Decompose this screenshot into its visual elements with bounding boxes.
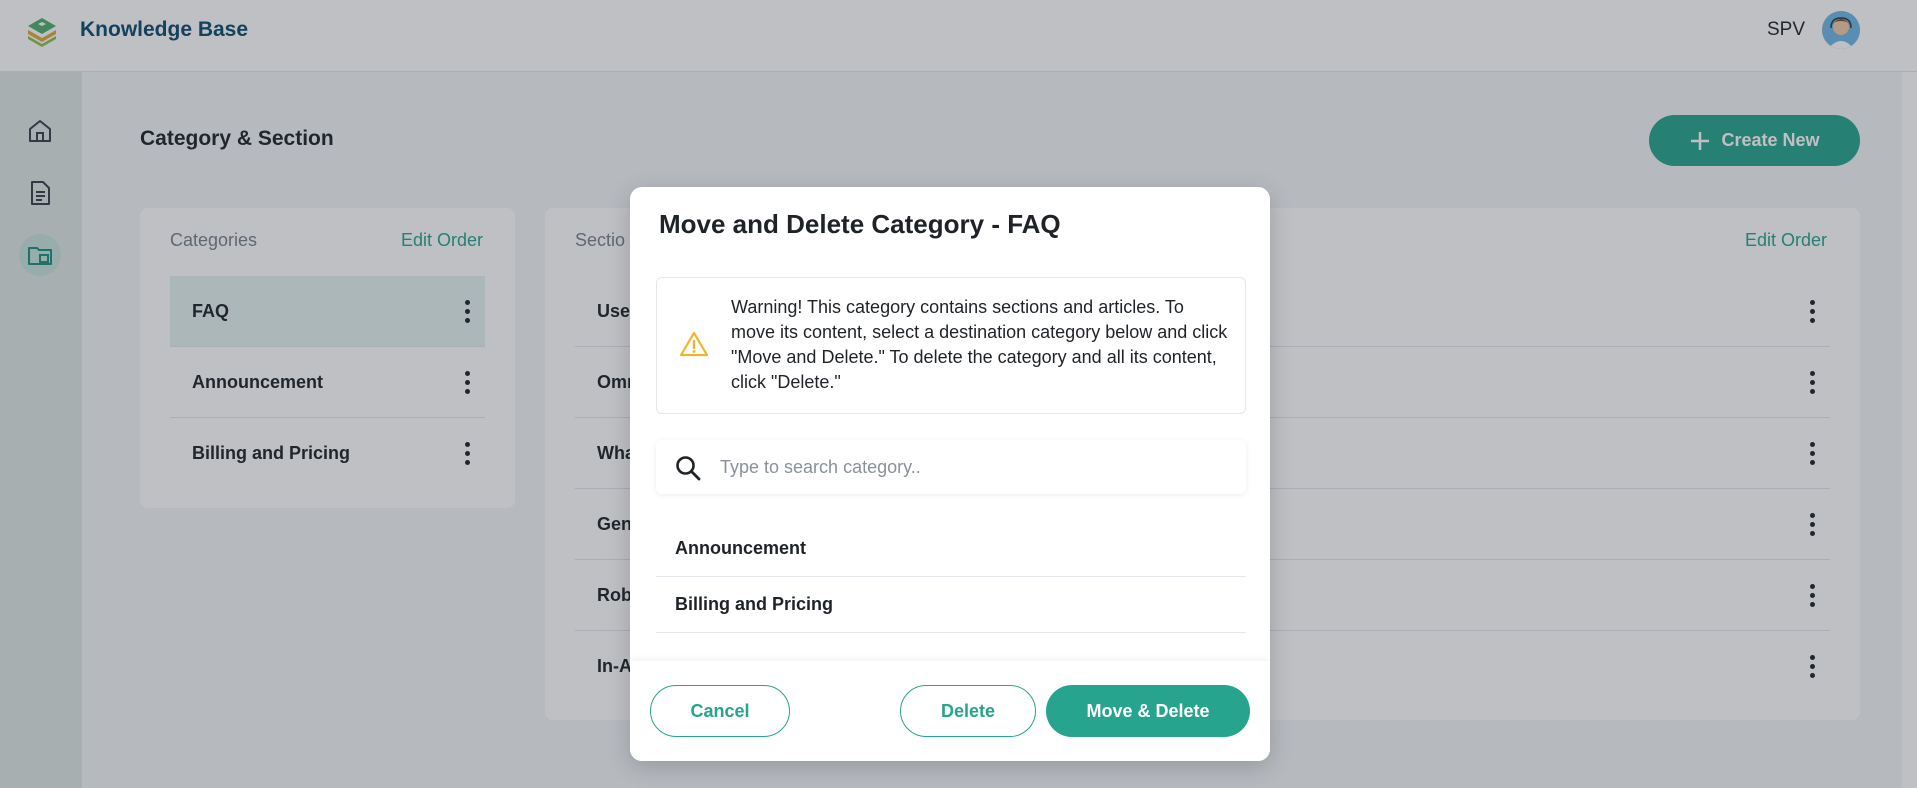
move-delete-dialog: Move and Delete Category - FAQ Warning! …	[630, 187, 1270, 761]
category-option-label: Billing and Pricing	[675, 594, 834, 614]
search-icon	[676, 456, 701, 481]
cancel-button[interactable]: Cancel	[650, 685, 790, 737]
category-search	[656, 440, 1246, 494]
warning-icon	[679, 331, 709, 357]
dialog-footer: Cancel Delete Move & Delete	[630, 661, 1270, 761]
warning-text: Warning! This category contains sections…	[731, 297, 1228, 392]
move-and-delete-button[interactable]: Move & Delete	[1046, 685, 1250, 737]
warning-box: Warning! This category contains sections…	[656, 277, 1246, 414]
category-option[interactable]: Announcement	[656, 521, 1246, 577]
category-option[interactable]: Billing and Pricing	[656, 577, 1246, 633]
delete-button[interactable]: Delete	[900, 685, 1036, 737]
search-input[interactable]	[720, 450, 1230, 484]
dialog-title: Move and Delete Category - FAQ	[659, 209, 1061, 239]
category-option-label: Announcement	[675, 538, 807, 558]
